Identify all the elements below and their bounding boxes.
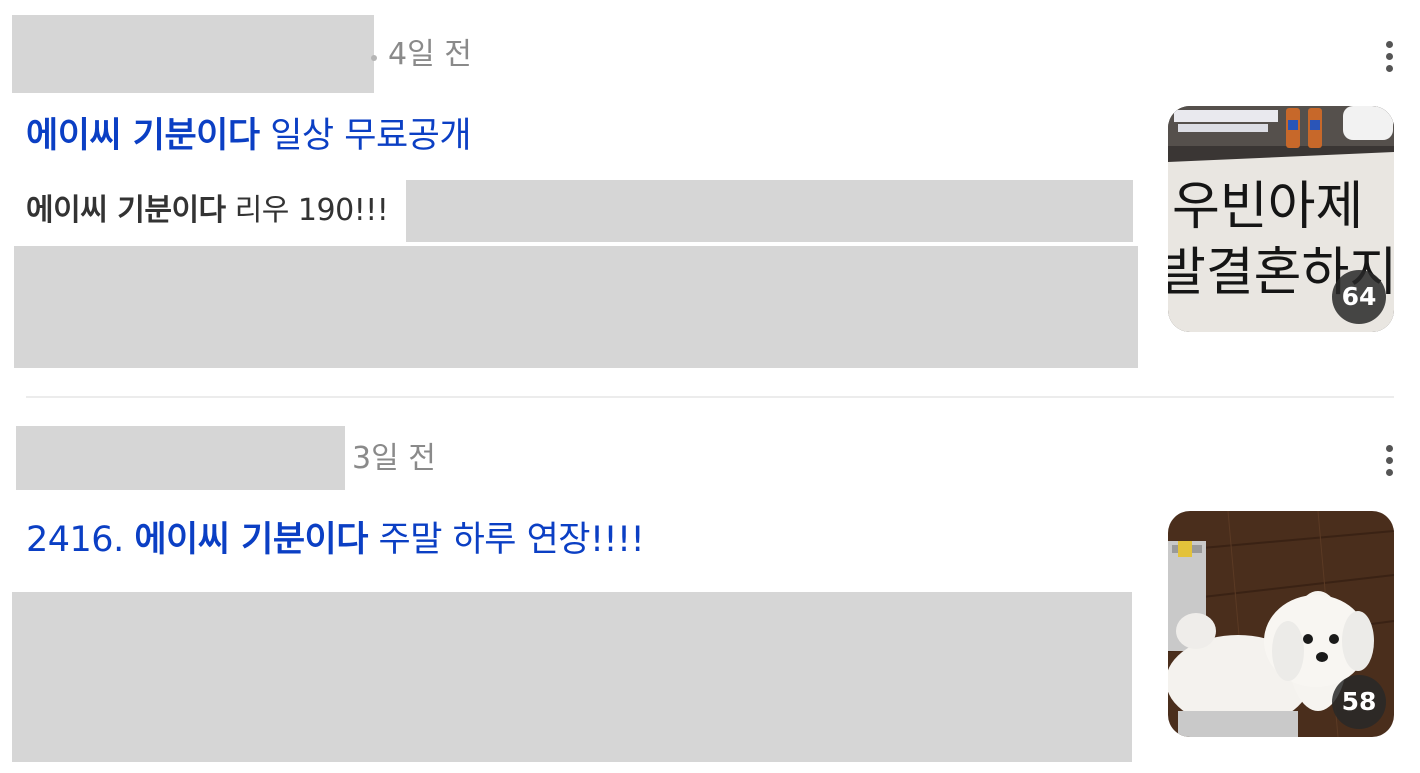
search-result-item: 4일 전 에이씨 기분이다 일상 무료공개 에이씨 기분이다 리우 190!!!…	[0, 0, 1420, 396]
dot	[1385, 456, 1393, 464]
post-date: 4일 전	[388, 37, 472, 72]
redacted-author	[16, 426, 345, 490]
sign-text: 우빈아제	[1172, 177, 1363, 237]
post-title-link[interactable]: 2416. 에이씨 기분이다 주말 하루 연장!!!!	[26, 517, 645, 563]
more-options-button[interactable]	[1379, 36, 1399, 76]
separator-dot	[371, 55, 377, 61]
title-text: 일상 무료공개	[259, 116, 472, 156]
snippet-text: 리우 190!!!	[225, 193, 389, 228]
redacted-snippet	[406, 180, 1133, 242]
dot	[1385, 52, 1393, 60]
post-title-link[interactable]: 에이씨 기분이다 일상 무료공개	[26, 113, 472, 159]
title-highlight: 에이씨 기분이다	[134, 520, 368, 560]
more-options-button[interactable]	[1379, 440, 1399, 480]
dot	[1385, 64, 1393, 72]
post-snippet: 에이씨 기분이다 리우 190!!!	[26, 191, 389, 231]
snippet-highlight: 에이씨 기분이다	[26, 193, 226, 228]
title-highlight: 에이씨 기분이다	[26, 116, 260, 156]
redacted-author	[12, 15, 374, 93]
search-result-item: 3일 전 2416. 에이씨 기분이다 주말 하루 연장!!!! 58	[0, 398, 1420, 773]
title-prefix: 2416.	[26, 520, 135, 560]
image-count-badge: 64	[1332, 270, 1386, 324]
image-count-badge: 58	[1332, 675, 1386, 729]
dot	[1385, 444, 1393, 452]
dot	[1385, 40, 1393, 48]
redacted-snippet	[14, 246, 1138, 368]
post-thumbnail[interactable]: 58	[1168, 511, 1394, 737]
redacted-snippet	[12, 592, 1132, 762]
post-date: 3일 전	[352, 441, 436, 476]
title-text: 주말 하루 연장!!!!	[367, 520, 645, 560]
post-thumbnail[interactable]: 우빈아제 발결혼하지 64	[1168, 106, 1394, 332]
dot	[1385, 468, 1393, 476]
